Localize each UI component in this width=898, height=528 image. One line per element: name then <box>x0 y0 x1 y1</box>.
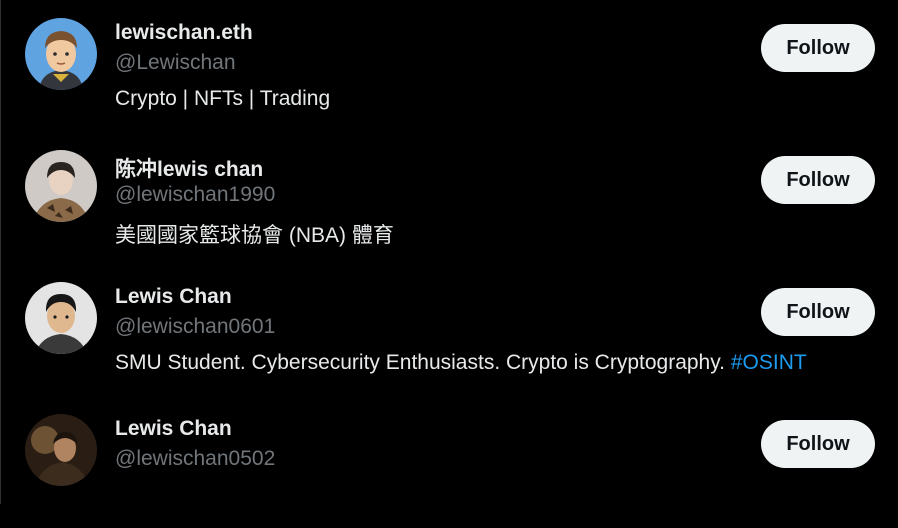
display-name[interactable]: lewischan.eth <box>115 21 253 45</box>
follow-button[interactable]: Follow <box>761 156 875 204</box>
display-name[interactable]: Lewis Chan <box>115 417 232 441</box>
avatar[interactable] <box>25 414 97 486</box>
user-cell[interactable]: lewischan.eth @Lewischan Crypto | NFTs |… <box>1 0 898 132</box>
user-cell[interactable]: Lewis Chan @lewischan0601 SMU Student. C… <box>1 264 898 396</box>
avatar[interactable] <box>25 282 97 354</box>
follow-button[interactable]: Follow <box>761 288 875 336</box>
avatar-photo-image <box>25 414 97 486</box>
user-handle[interactable]: @lewischan0601 <box>115 315 275 339</box>
hashtag-link[interactable]: #OSINT <box>731 351 807 374</box>
user-handle[interactable]: @lewischan1990 <box>115 183 275 207</box>
avatar-photo-image <box>25 150 97 222</box>
follow-button[interactable]: Follow <box>761 420 875 468</box>
avatar-photo-image <box>25 282 97 354</box>
follow-button[interactable]: Follow <box>761 24 875 72</box>
user-bio: 美國國家籃球協會 (NBA) 體育 <box>115 224 394 247</box>
user-bio: SMU Student. Cybersecurity Enthusiasts. … <box>115 351 807 375</box>
user-cell[interactable]: 陈冲lewis chan @lewischan1990 美國國家籃球協會 (NB… <box>1 132 898 264</box>
user-cell[interactable]: Lewis Chan @lewischan0502 Follow <box>1 396 898 528</box>
avatar[interactable] <box>25 18 97 90</box>
avatar[interactable] <box>25 150 97 222</box>
user-bio: Crypto | NFTs | Trading <box>115 87 331 110</box>
user-handle[interactable]: @Lewischan <box>115 51 236 75</box>
avatar-cartoon-image <box>25 18 97 90</box>
user-handle[interactable]: @lewischan0502 <box>115 447 275 471</box>
display-name[interactable]: 陈冲lewis chan <box>115 153 263 183</box>
display-name[interactable]: Lewis Chan <box>115 285 232 309</box>
bio-text: SMU Student. Cybersecurity Enthusiasts. … <box>115 351 731 374</box>
